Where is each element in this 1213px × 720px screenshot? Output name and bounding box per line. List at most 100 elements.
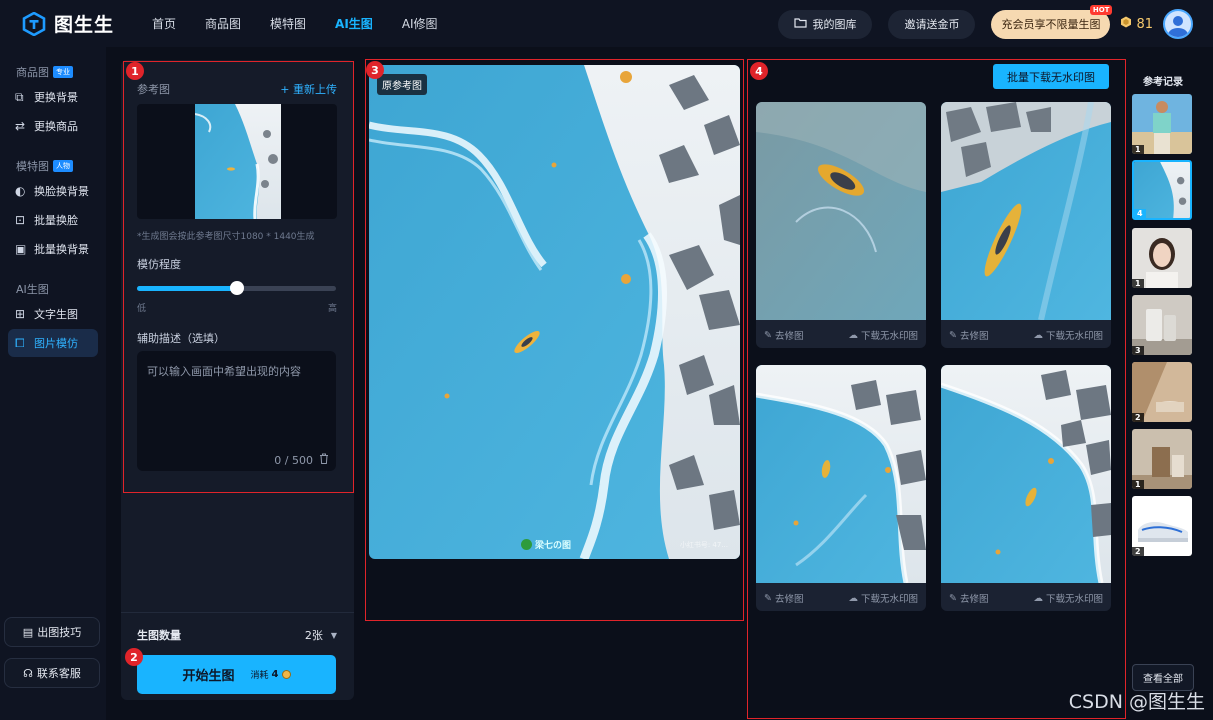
edit-label: 去修图 <box>774 594 804 605</box>
history-thumb[interactable]: 2 <box>1132 496 1192 556</box>
ref-preview[interactable] <box>137 104 337 219</box>
panel-divider <box>121 612 354 613</box>
edit-button[interactable]: ✎ 去修图 <box>764 328 803 343</box>
tips-button[interactable]: ▤ 出图技巧 <box>4 617 100 647</box>
history-thumb[interactable]: 1 <box>1132 228 1192 288</box>
nav-product-image[interactable]: 商品图 <box>205 15 241 32</box>
section-title: 商品图 <box>16 66 49 79</box>
section-product-image: 商品图 专业 <box>0 62 106 82</box>
logo-icon <box>22 11 46 36</box>
result-card[interactable]: ✎ 去修图 ☁ 下载无水印图 <box>756 102 926 348</box>
face-swap-icon: ◐ <box>15 184 26 198</box>
reupload-button[interactable]: + 重新上传 <box>280 81 337 97</box>
sidebar-item-label: 图片模仿 <box>34 337 78 350</box>
doc-icon: ▤ <box>22 625 34 639</box>
sidebar-item-face-background-swap[interactable]: ◐ 换脸换背景 <box>0 177 98 205</box>
download-label: 下载无水印图 <box>860 594 918 605</box>
result-card[interactable]: ✎ 去修图 ☁ 下载无水印图 <box>756 365 926 611</box>
nav-home[interactable]: 首页 <box>152 15 176 32</box>
invite-button[interactable]: 邀请送金币 <box>888 9 976 39</box>
cost-label: 消耗 <box>250 671 269 681</box>
original-reference-image[interactable]: 原参考图 梁七の图 小红书号: 47... <box>369 65 740 559</box>
section-title: AI生图 <box>16 283 49 296</box>
edit-button[interactable]: ✎ 去修图 <box>949 591 989 606</box>
csdn-watermark: CSDN @图生生 <box>1068 691 1205 713</box>
sidebar-item-label: 文字生图 <box>34 308 78 321</box>
download-button[interactable]: ☁ 下载无水印图 <box>848 328 918 343</box>
edit-icon: ✎ <box>764 592 772 604</box>
slider-handle[interactable] <box>229 281 244 295</box>
batch-bg-icon: ▣ <box>15 242 27 256</box>
vip-label: 充会员享不限量生图 <box>1001 18 1101 31</box>
desc-label: 辅助描述（选填） <box>137 332 225 345</box>
edit-button[interactable]: ✎ 去修图 <box>764 591 804 606</box>
main-nav: 首页 商品图 模特图 AI生图 AI修图 <box>152 15 467 32</box>
result-card[interactable]: ✎ 去修图 ☁ 下载无水印图 <box>941 365 1111 611</box>
left-sidebar: 商品图 专业 ⧉ 更换背景 ⇄ 更换商品 模特图 人物 ◐ 换脸换背景 ⊡ 批量… <box>0 47 106 720</box>
support-button[interactable]: ☊ 联系客服 <box>4 658 100 688</box>
slider-high-label: 高 <box>327 304 337 314</box>
history-thumb[interactable]: 3 <box>1132 295 1192 355</box>
edit-label: 去修图 <box>959 331 989 342</box>
card-actions: ✎ 去修图 ☁ 下载无水印图 <box>941 322 1111 348</box>
user-avatar[interactable] <box>1163 9 1193 39</box>
card-actions: ✎ 去修图 ☁ 下载无水印图 <box>941 585 1111 611</box>
history-thumb[interactable]: 1 <box>1132 429 1192 489</box>
history-count: 2 <box>1132 413 1144 422</box>
cost-value: 4 <box>271 669 279 680</box>
coin-count: 81 <box>1136 16 1153 32</box>
my-gallery-button[interactable]: 我的图库 <box>778 9 873 39</box>
section-tag: 专业 <box>53 66 73 78</box>
count-row: 生图数量 2张 ▼ <box>137 627 337 643</box>
download-label: 下载无水印图 <box>1045 594 1103 605</box>
history-title: 参考记录 <box>1143 77 1183 88</box>
nav-ai-generate[interactable]: AI生图 <box>335 15 373 32</box>
sidebar-item-change-product[interactable]: ⇄ 更换商品 <box>0 112 98 140</box>
headset-icon: ☊ <box>23 666 33 680</box>
history-thumb[interactable]: 2 <box>1132 362 1192 422</box>
history-thumb[interactable]: 4 <box>1132 160 1192 220</box>
reference-history: 参考记录 1 4 1 3 2 1 2 查看全部 <box>1128 60 1198 700</box>
annotation-badge-3: 3 <box>366 61 384 79</box>
invite-label: 邀请送金币 <box>904 18 960 31</box>
download-button[interactable]: ☁ 下载无水印图 <box>1033 591 1103 606</box>
cloud-download-icon: ☁ <box>848 592 858 604</box>
edit-icon: ✎ <box>949 592 957 604</box>
edit-button[interactable]: ✎ 去修图 <box>949 328 989 343</box>
coin-balance[interactable]: 81 <box>1120 16 1153 32</box>
reference-label: 原参考图 <box>377 74 427 95</box>
result-card[interactable]: ✎ 去修图 ☁ 下载无水印图 <box>941 102 1111 348</box>
download-button[interactable]: ☁ 下载无水印图 <box>1033 328 1103 343</box>
sidebar-item-label: 批量换脸 <box>34 214 78 227</box>
coin-icon <box>281 670 291 679</box>
sidebar-item-batch-face-swap[interactable]: ⊡ 批量换脸 <box>0 206 98 234</box>
download-button[interactable]: ☁ 下载无水印图 <box>848 591 918 606</box>
sidebar-item-text-to-image[interactable]: ⊞ 文字生图 <box>0 300 98 328</box>
slider-low-label: 低 <box>137 304 147 314</box>
imitation-slider[interactable] <box>137 281 336 295</box>
text-image-icon: ⊞ <box>15 307 26 321</box>
count-select[interactable]: 2张 ▼ <box>305 627 337 643</box>
nav-ai-retouch[interactable]: AI修图 <box>402 15 438 32</box>
generate-button[interactable]: 开始生图 消耗 4 <box>137 655 336 694</box>
sidebar-item-image-imitate[interactable]: ⧠ 图片模仿 <box>8 329 98 357</box>
sidebar-item-batch-background[interactable]: ▣ 批量换背景 <box>0 235 98 263</box>
history-count: 1 <box>1132 480 1144 489</box>
chevron-down-icon: ▼ <box>330 630 337 640</box>
generate-label: 开始生图 <box>182 669 235 684</box>
sidebar-item-label: 更换商品 <box>34 120 78 133</box>
vip-button[interactable]: 充会员享不限量生图 HOT <box>991 4 1113 39</box>
edit-label: 去修图 <box>959 594 989 605</box>
logo[interactable]: 图生生 <box>22 10 142 37</box>
sidebar-item-label: 批量换背景 <box>34 243 89 256</box>
sidebar-item-change-background[interactable]: ⧉ 更换背景 <box>0 83 98 111</box>
app-name: 图生生 <box>54 14 115 36</box>
download-label: 下载无水印图 <box>860 331 918 342</box>
nav-model-image[interactable]: 模特图 <box>270 15 306 32</box>
ref-thumbnail-image <box>195 104 281 219</box>
history-thumb[interactable]: 1 <box>1132 94 1192 154</box>
history-count: 1 <box>1132 279 1144 288</box>
trash-icon[interactable] <box>319 453 329 467</box>
batch-face-icon: ⊡ <box>15 213 26 227</box>
batch-download-button[interactable]: 批量下载无水印图 <box>993 64 1109 89</box>
